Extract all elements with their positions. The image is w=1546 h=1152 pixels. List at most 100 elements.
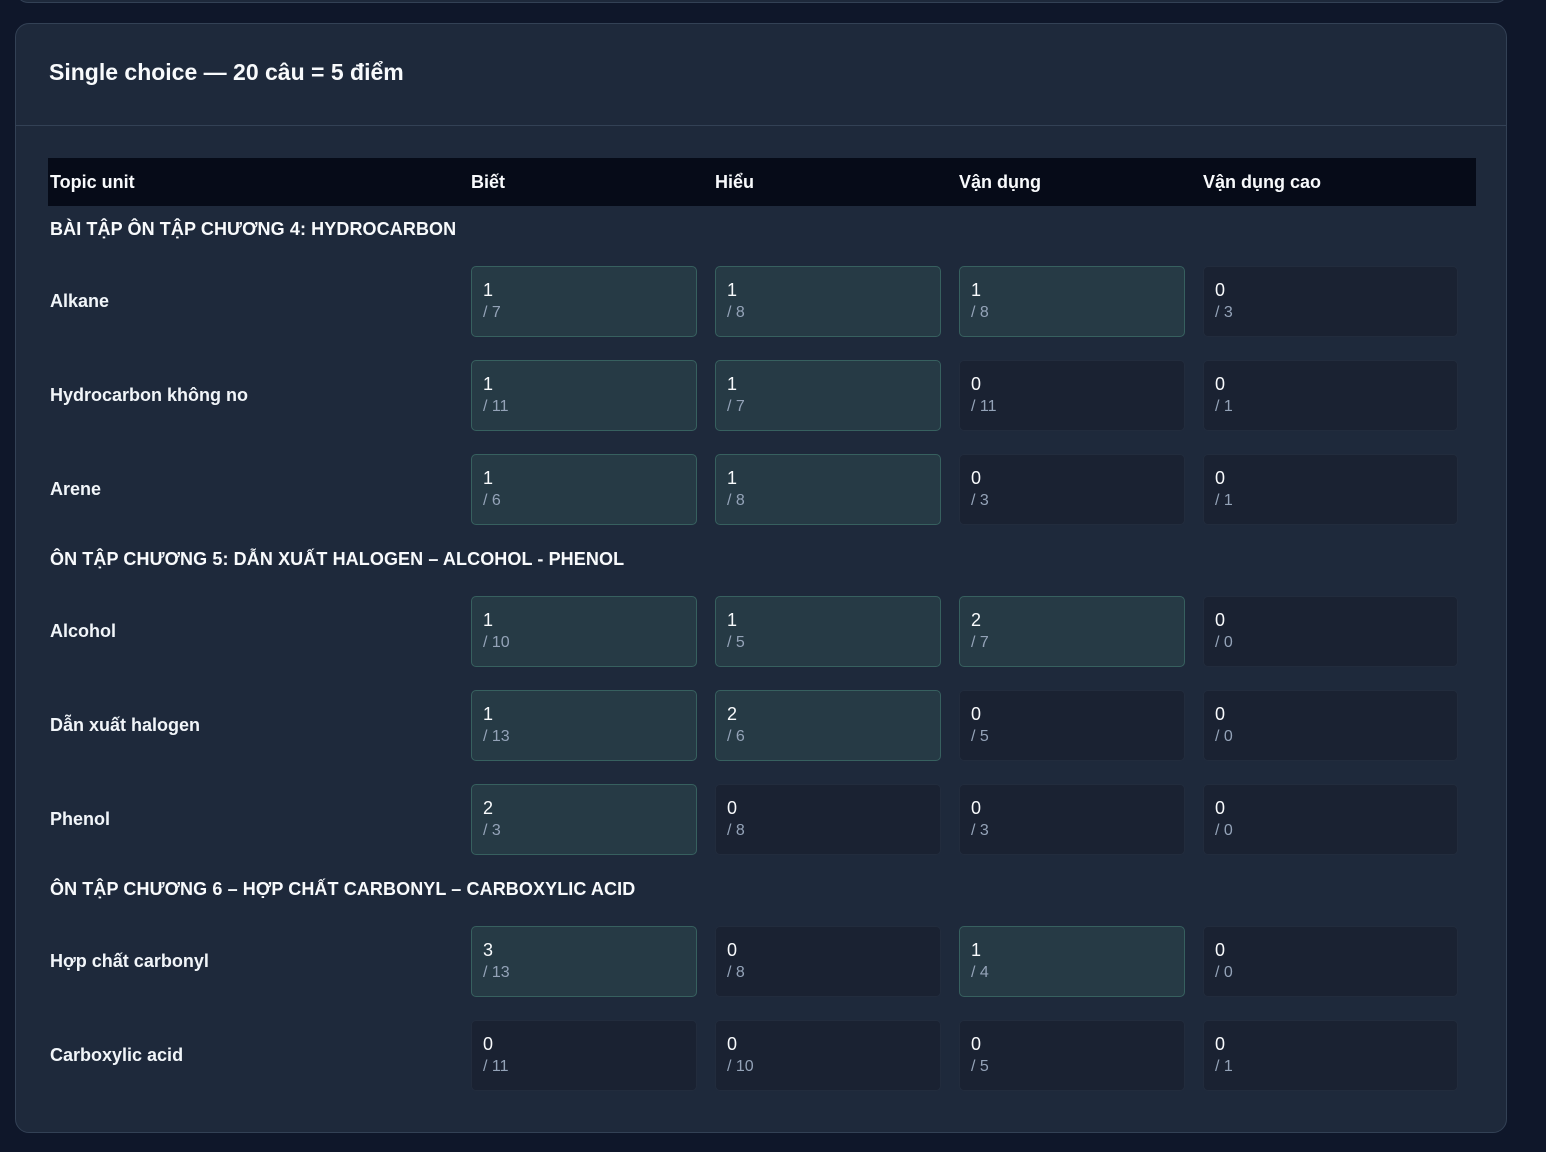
available-count: / 0	[1215, 633, 1233, 651]
table-row: Carboxylic acid 0/ 11 0/ 10 0/ 5 0/ 1	[48, 1008, 1476, 1102]
selected-count: 1	[483, 373, 494, 394]
cell-wrapper: 0/ 5	[959, 1019, 1203, 1091]
cell-wrapper: 3 / 13	[471, 925, 715, 997]
topic-name: Phenol	[50, 808, 111, 829]
question-count-input[interactable]: 1 / 11	[471, 359, 697, 431]
previous-card-edge	[16, 0, 1508, 3]
available-count: / 8	[971, 303, 989, 321]
cell-wrapper: 0/ 8	[715, 925, 959, 997]
cell-wrapper: 0/ 1	[1203, 453, 1458, 525]
selected-count: 2	[483, 797, 494, 818]
question-count-input[interactable]: 0/ 3	[1203, 265, 1458, 337]
cell-wrapper: 0/ 0	[1203, 925, 1458, 997]
question-count-input[interactable]: 1 / 13	[471, 689, 697, 761]
available-count: / 11	[971, 397, 997, 415]
available-count: / 5	[971, 1057, 989, 1075]
question-count-input[interactable]: 0/ 1	[1203, 453, 1458, 525]
table-row: Hợp chất carbonyl 3/ 13 0/ 8 1/ 4 0/ 0	[48, 914, 1476, 1008]
cell-wrapper: 0 / 11	[471, 1019, 715, 1091]
question-count-input[interactable]: 0/ 8	[715, 783, 941, 855]
selected-count: 0	[1215, 373, 1226, 394]
available-count: / 10	[483, 633, 510, 651]
selected-count: 1	[971, 279, 982, 300]
question-count-input[interactable]: 2/ 7	[959, 595, 1185, 667]
topic-matrix-table: Topic unit Biết Hiểu Vận dụng Vận dụng c…	[48, 158, 1476, 1102]
table-row: Phenol 2/ 3 0/ 8 0/ 3 0/ 0	[48, 772, 1476, 866]
question-count-input[interactable]: 0/ 5	[959, 1019, 1185, 1091]
available-count: / 6	[483, 491, 501, 509]
cell-wrapper: 0/ 3	[959, 783, 1203, 855]
cell-wrapper: 0 / 11	[959, 359, 1203, 431]
selected-count: 1	[483, 609, 494, 630]
available-count: / 11	[483, 1057, 509, 1075]
card-header: Single choice — 20 câu = 5 điểm	[16, 24, 1506, 126]
question-count-input[interactable]: 3 / 13	[471, 925, 697, 997]
topic-name: Hợp chất carbonyl	[50, 950, 209, 971]
selected-count: 1	[727, 467, 738, 488]
available-count: / 4	[971, 963, 989, 981]
question-count-input[interactable]: 0/ 0	[1203, 689, 1458, 761]
available-count: / 11	[483, 397, 509, 415]
available-count: / 1	[1215, 491, 1233, 509]
available-count: / 6	[727, 727, 745, 745]
cell-wrapper: 0/ 0	[1203, 689, 1458, 761]
selected-count: 0	[483, 1033, 494, 1054]
selected-count: 1	[483, 703, 494, 724]
selected-count: 0	[971, 467, 982, 488]
available-count: / 7	[483, 303, 501, 321]
cell-wrapper: 1/ 6	[471, 453, 715, 525]
question-count-input[interactable]: 0 / 11	[471, 1019, 697, 1091]
available-count: / 10	[727, 1057, 754, 1075]
question-count-input[interactable]: 1/ 5	[715, 595, 941, 667]
cell-wrapper: 0/ 0	[1203, 595, 1458, 667]
question-count-input[interactable]: 0 / 10	[715, 1019, 941, 1091]
selected-count: 2	[727, 703, 738, 724]
question-count-input[interactable]: 0/ 3	[959, 453, 1185, 525]
available-count: / 0	[1215, 821, 1233, 839]
cell-wrapper: 1 / 10	[471, 595, 715, 667]
question-count-input[interactable]: 1/ 8	[715, 265, 941, 337]
question-count-input[interactable]: 2/ 6	[715, 689, 941, 761]
question-count-input[interactable]: 1 / 10	[471, 595, 697, 667]
question-count-input[interactable]: 0/ 5	[959, 689, 1185, 761]
cell-wrapper: 0/ 3	[1203, 265, 1458, 337]
selected-count: 1	[727, 373, 738, 394]
question-count-input[interactable]: 1/ 7	[471, 265, 697, 337]
table-row: Arene 1/ 6 1/ 8 0/ 3 0/ 1	[48, 442, 1476, 536]
question-count-input[interactable]: 0/ 0	[1203, 925, 1458, 997]
available-count: / 8	[727, 491, 745, 509]
table-header-row: Topic unit Biết Hiểu Vận dụng Vận dụng c…	[48, 158, 1476, 206]
selected-count: 0	[1215, 467, 1226, 488]
question-count-input[interactable]: 0/ 8	[715, 925, 941, 997]
selected-count: 0	[1215, 279, 1226, 300]
cell-wrapper: 0/ 1	[1203, 359, 1458, 431]
question-count-input[interactable]: 1/ 8	[959, 265, 1185, 337]
available-count: / 8	[727, 303, 745, 321]
question-count-input[interactable]: 1/ 7	[715, 359, 941, 431]
question-count-input[interactable]: 0/ 1	[1203, 1019, 1458, 1091]
question-count-input[interactable]: 0 / 11	[959, 359, 1185, 431]
header-level-van-dung-cao: Vận dụng cao	[1203, 171, 1322, 192]
topic-name: Alcohol	[50, 620, 116, 641]
available-count: / 5	[971, 727, 989, 745]
cell-wrapper: 1/ 8	[715, 265, 959, 337]
question-count-input[interactable]: 1/ 8	[715, 453, 941, 525]
group-title: ÔN TẬP CHƯƠNG 6 – HỢP CHẤT CARBONYL – CA…	[50, 878, 636, 899]
available-count: / 7	[971, 633, 989, 651]
selected-count: 0	[971, 1033, 982, 1054]
question-count-input[interactable]: 0/ 1	[1203, 359, 1458, 431]
question-count-input[interactable]: 0/ 0	[1203, 595, 1458, 667]
cell-wrapper: 1 / 11	[471, 359, 715, 431]
question-count-input[interactable]: 2/ 3	[471, 783, 697, 855]
selected-count: 1	[971, 939, 982, 960]
topic-name: Carboxylic acid	[50, 1044, 184, 1065]
question-count-input[interactable]: 1/ 6	[471, 453, 697, 525]
question-count-input[interactable]: 1/ 4	[959, 925, 1185, 997]
table-row: Alcohol 1 / 10 1/ 5 2/ 7 0/ 0	[48, 584, 1476, 678]
question-count-input[interactable]: 0/ 3	[959, 783, 1185, 855]
cell-wrapper: 0/ 5	[959, 689, 1203, 761]
selected-count: 0	[1215, 703, 1226, 724]
question-count-input[interactable]: 0/ 0	[1203, 783, 1458, 855]
cell-wrapper: 1/ 7	[471, 265, 715, 337]
available-count: / 8	[727, 963, 745, 981]
